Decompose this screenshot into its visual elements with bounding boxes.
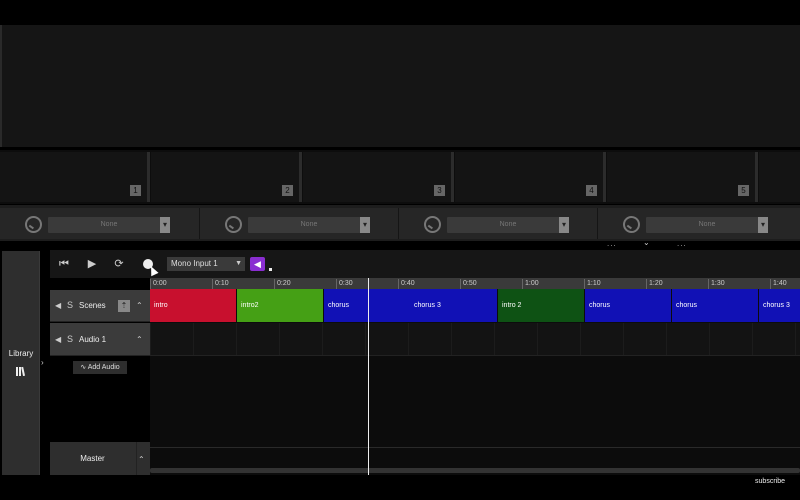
chevron-down-icon: ▼ <box>235 260 242 267</box>
scene-block[interactable]: chorus <box>324 289 414 322</box>
waveform-icon: ∿ <box>80 364 87 371</box>
scene-block[interactable]: chorus <box>672 289 758 322</box>
slot-number: 3 <box>434 185 445 196</box>
effect-cell-4: None <box>598 208 800 239</box>
ruler-tick-label: 0:40 <box>398 279 415 289</box>
transport-bar: ⏮ ▶ ⟳ Mono Input 1 ▼ ◀ <box>50 250 800 278</box>
preset-select[interactable]: None <box>248 217 370 233</box>
speaker-icon[interactable]: ◀ <box>55 335 61 344</box>
skip-back-icon[interactable]: ⏮ <box>55 255 73 273</box>
ruler-tick-label: 1:40 <box>770 279 787 289</box>
solo-button[interactable]: S <box>67 334 73 344</box>
input-select[interactable]: Mono Input 1 ▼ <box>167 257 245 271</box>
ruler-tick-label: 1:00 <box>522 279 539 289</box>
subscribe-label[interactable]: subscribe <box>755 478 785 485</box>
speaker-icon[interactable]: ◀ <box>55 301 61 310</box>
scene-block[interactable]: intro 2 <box>498 289 584 322</box>
effect-cell-3: None <box>399 208 598 239</box>
effect-cell-1: None <box>0 208 200 239</box>
add-audio-label: Add Audio <box>87 364 120 371</box>
library-icon <box>16 366 26 377</box>
chevron-up-icon[interactable]: ⌃ <box>136 301 143 310</box>
library-label: Library <box>8 349 34 358</box>
preset-select[interactable]: None <box>48 217 170 233</box>
library-panel[interactable]: Library <box>2 251 40 475</box>
audio1-lane[interactable] <box>150 323 800 356</box>
slot-number: 1 <box>130 185 141 196</box>
visual-preview-area <box>0 25 800 147</box>
master-label: Master <box>80 454 105 463</box>
master-track-header[interactable]: Master <box>50 442 150 475</box>
ruler-tick-label: 0:50 <box>460 279 477 289</box>
timeline-ruler[interactable]: 0:00 0:10 0:20 0:30 0:40 0:50 1:00 1:10 1:20 1:30… <box>150 278 800 289</box>
track-name: Scenes <box>79 301 106 310</box>
effect-row: None None None None <box>0 205 800 241</box>
clip-slot-5[interactable]: 5 <box>607 152 758 202</box>
clip-slot-1[interactable]: 1 <box>0 152 150 202</box>
clip-slot-2[interactable]: 2 <box>151 152 302 202</box>
knob-icon[interactable] <box>424 216 441 233</box>
knob-icon[interactable] <box>225 216 242 233</box>
ruler-tick-label: 0:30 <box>336 279 353 289</box>
knob-icon[interactable] <box>623 216 640 233</box>
ruler-tick-label: 0:00 <box>150 279 167 289</box>
ruler-tick-label: 1:20 <box>646 279 663 289</box>
horizontal-scrollbar[interactable] <box>150 468 800 473</box>
slot-number: 2 <box>282 185 293 196</box>
scenes-track-header[interactable]: ◀ S Scenes ⇡ ⌃ <box>50 290 150 322</box>
knob-icon[interactable] <box>25 216 42 233</box>
letterbox-bottom <box>0 475 800 500</box>
master-lane <box>150 447 800 448</box>
preset-select[interactable]: None <box>646 217 768 233</box>
loop-icon[interactable]: ⟳ <box>110 255 128 273</box>
track-name: Audio 1 <box>79 335 107 344</box>
letterbox-top <box>0 0 800 25</box>
play-icon[interactable]: ▶ <box>83 255 101 273</box>
scene-block[interactable]: intro <box>150 289 236 322</box>
upload-icon[interactable]: ⇡ <box>118 300 130 312</box>
ruler-tick-label: 1:30 <box>708 279 725 289</box>
clip-slot-row: 1 2 3 4 5 <box>0 150 800 204</box>
clip-slot-4[interactable]: 4 <box>455 152 606 202</box>
ruler-tick-label: 1:10 <box>584 279 601 289</box>
slot-number: 4 <box>586 185 597 196</box>
monitor-icon[interactable]: ◀ <box>250 257 265 271</box>
scene-block[interactable]: intro2 <box>237 289 323 322</box>
resize-handle-right[interactable]: ... <box>677 239 687 248</box>
chevron-up-icon[interactable]: ⌃ <box>138 455 145 464</box>
clip-slot-6[interactable] <box>759 152 800 202</box>
clip-slot-3[interactable]: 3 <box>303 152 454 202</box>
effect-cell-2: None <box>200 208 399 239</box>
expand-library-chevron-icon[interactable]: › <box>41 358 44 367</box>
scene-block[interactable]: chorus 3 <box>759 289 800 322</box>
ruler-tick-label: 0:10 <box>212 279 229 289</box>
chevron-up-icon[interactable]: ⌃ <box>136 335 143 344</box>
preset-select[interactable]: None <box>447 217 569 233</box>
divider <box>136 442 137 475</box>
input-select-value: Mono Input 1 <box>171 259 218 268</box>
solo-button[interactable]: S <box>67 300 73 310</box>
ruler-tick-label: 0:20 <box>274 279 291 289</box>
slot-number: 5 <box>738 185 749 196</box>
add-audio-button[interactable]: ∿ Add Audio <box>73 361 127 374</box>
resize-handle-left[interactable]: ... <box>607 239 617 248</box>
scene-block[interactable]: chorus 3 <box>410 289 497 322</box>
scene-block[interactable]: chorus <box>585 289 671 322</box>
input-level-meter <box>269 268 272 271</box>
audio1-track-header[interactable]: ◀ S Audio 1 ⌃ <box>50 323 150 356</box>
collapse-chevron-icon[interactable]: ⌄ <box>643 238 650 247</box>
playhead[interactable] <box>368 278 369 475</box>
